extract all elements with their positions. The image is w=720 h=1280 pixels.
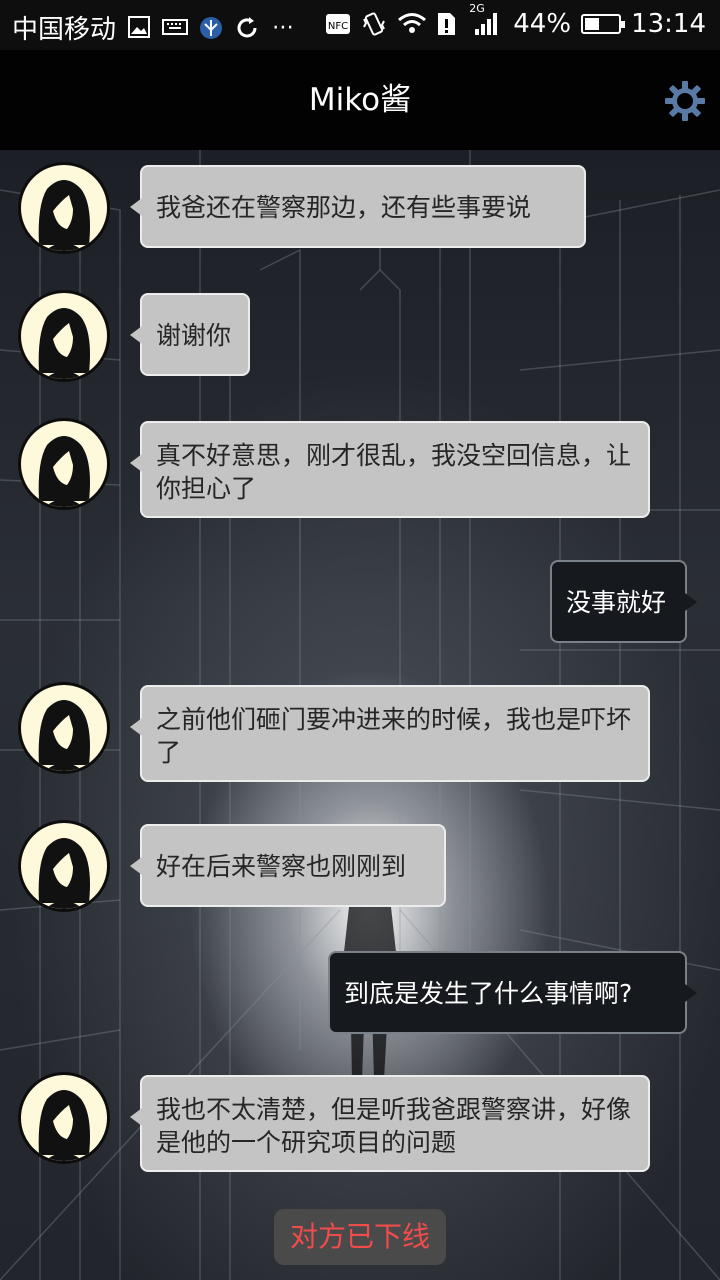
- nfc-icon: NFC: [325, 11, 351, 37]
- more-icon: ⋯: [272, 14, 295, 40]
- chat-header: Miko酱: [0, 50, 720, 150]
- avatar-image: [38, 436, 90, 507]
- battery-percent: 44%: [513, 9, 572, 39]
- gallery-icon: [126, 15, 152, 41]
- avatar-image: [38, 700, 90, 771]
- vibrate-icon: [361, 11, 387, 37]
- received-message[interactable]: 我爸还在警察那边，还有些事要说: [130, 165, 586, 248]
- avatar[interactable]: [18, 820, 110, 912]
- avatar[interactable]: [18, 682, 110, 774]
- avatar-image: [38, 1090, 90, 1161]
- sent-message[interactable]: 没事就好: [550, 560, 697, 643]
- chat-area[interactable]: 我爸还在警察那边，还有些事要说 谢谢你真不好意思，刚才很乱，我没空回信息，让你担心…: [0, 150, 720, 1280]
- offline-notice: 对方已下线: [274, 1209, 446, 1265]
- avatar-image: [38, 838, 90, 909]
- chat-title: Miko酱: [308, 82, 412, 118]
- svg-text:NFC: NFC: [328, 21, 348, 32]
- sent-message[interactable]: 到底是发生了什么事情啊?: [328, 951, 697, 1034]
- battery-icon: [581, 14, 626, 34]
- avatar[interactable]: [18, 162, 110, 254]
- status-bar: 中国移动 ⋯ NFC 2G 44% 13:14: [0, 0, 720, 50]
- carrier-name: 中国移动: [12, 15, 117, 45]
- wifi-icon: [397, 11, 427, 37]
- wings-icon: [198, 15, 224, 41]
- received-message[interactable]: 之前他们砸门要冲进来的时候，我也是吓坏了: [130, 685, 650, 782]
- avatar[interactable]: [18, 418, 110, 510]
- clock: 13:14: [631, 9, 706, 39]
- sync-icon: [234, 15, 260, 41]
- received-message[interactable]: 好在后来警察也刚刚到: [130, 824, 446, 907]
- avatar-image: [38, 180, 90, 251]
- avatar[interactable]: [18, 1072, 110, 1164]
- network-badge: 2G: [469, 2, 485, 15]
- gear-icon[interactable]: [664, 80, 706, 122]
- avatar[interactable]: [18, 290, 110, 382]
- signal-icon: 2G: [469, 3, 503, 37]
- sim-alert-icon: [433, 11, 459, 37]
- received-message[interactable]: 真不好意思，刚才很乱，我没空回信息，让你担心了: [130, 421, 650, 518]
- keyboard-icon: [162, 15, 189, 41]
- battery-fill: [585, 18, 600, 30]
- avatar-image: [38, 308, 90, 379]
- received-message[interactable]: 我也不太清楚，但是听我爸跟警察讲，好像是他的一个研究项目的问题: [130, 1075, 650, 1172]
- received-message[interactable]: 谢谢你: [130, 293, 250, 376]
